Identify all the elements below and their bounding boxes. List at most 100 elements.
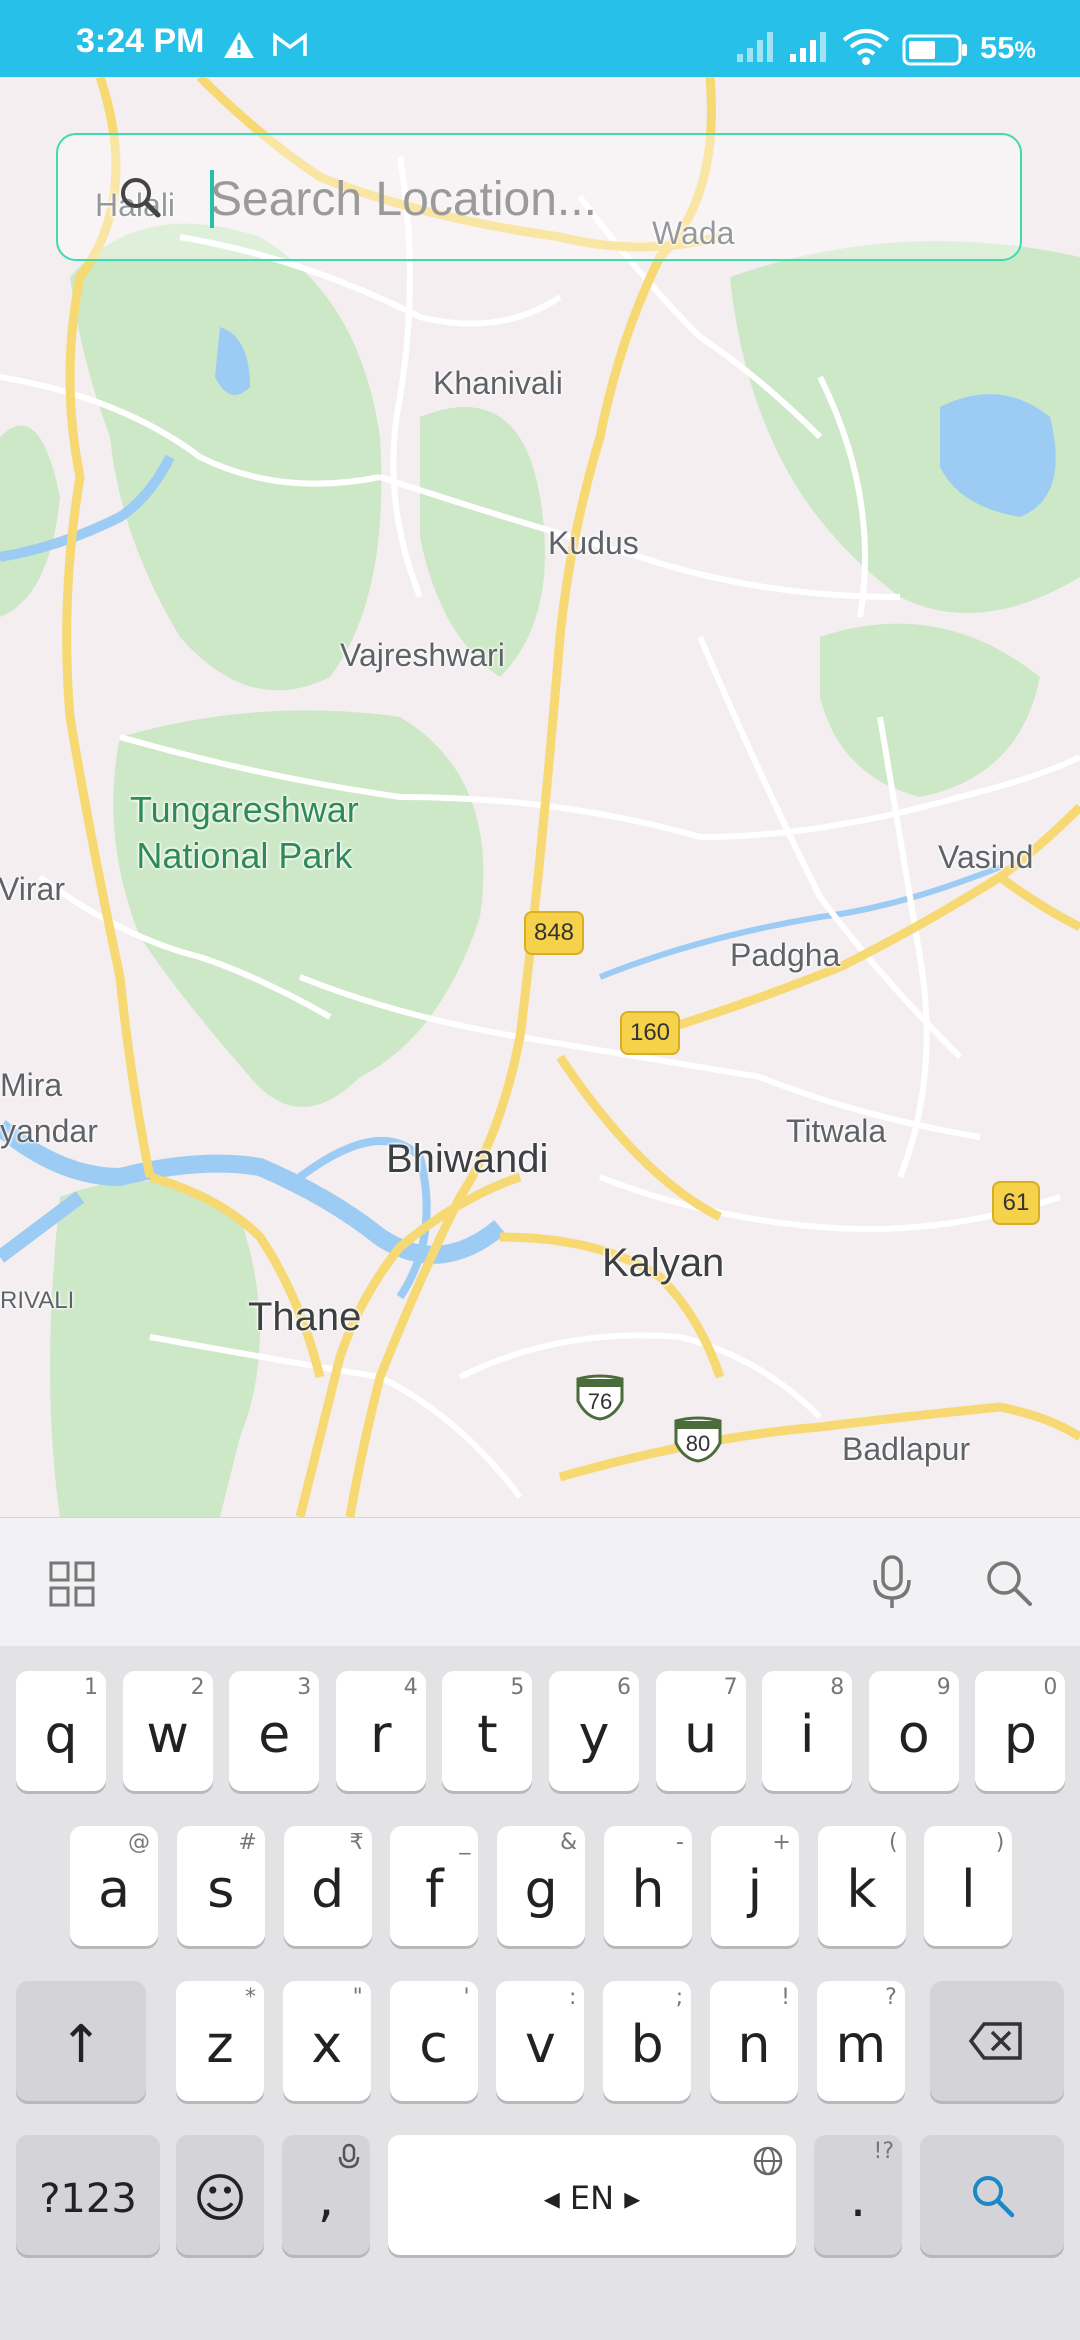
key-w-hint: 2 bbox=[190, 1675, 205, 1700]
key-g-hint: & bbox=[560, 1830, 578, 1855]
key-y[interactable]: 6y bbox=[549, 1671, 639, 1791]
shift-key[interactable]: ↑ bbox=[16, 1981, 146, 2101]
key-m-hint: ? bbox=[885, 1985, 897, 2010]
key-m[interactable]: ? m bbox=[816, 1981, 905, 2101]
search-icon[interactable] bbox=[118, 175, 162, 219]
space-key[interactable]: ◂ EN ▸ bbox=[388, 2135, 796, 2255]
signal-icon bbox=[737, 32, 773, 62]
key-u[interactable]: 7u bbox=[655, 1671, 746, 1791]
key-p[interactable]: 0p bbox=[975, 1671, 1066, 1791]
search-bar[interactable] bbox=[56, 133, 1022, 261]
key-e-hint: 3 bbox=[297, 1675, 312, 1700]
status-bar: 3:24 PM 55% bbox=[0, 0, 1080, 77]
key-q-hint: 1 bbox=[84, 1675, 98, 1700]
key-q[interactable]: 1q bbox=[16, 1671, 106, 1791]
key-k-hint: ( bbox=[889, 1830, 898, 1855]
key-i[interactable]: 8i bbox=[762, 1671, 853, 1791]
text-cursor bbox=[210, 170, 214, 228]
status-time: 3:24 PM bbox=[76, 22, 205, 60]
map-view[interactable]: Halali Wada Khanivali Kudus Vajreshwari … bbox=[0, 77, 1080, 1517]
road-shield-160: 160 bbox=[620, 1011, 680, 1055]
key-d-label: d bbox=[311, 1860, 345, 1920]
search-icon[interactable] bbox=[984, 1558, 1034, 1608]
key-s-label: s bbox=[207, 1860, 235, 1920]
key-a[interactable]: @ a bbox=[70, 1826, 158, 1946]
key-f-label: f bbox=[425, 1860, 444, 1920]
gmail-icon bbox=[273, 32, 307, 56]
key-h-label: h bbox=[631, 1860, 665, 1920]
key-d[interactable]: ₹ d bbox=[283, 1826, 372, 1946]
search-location-input[interactable] bbox=[208, 155, 992, 243]
key-c-label: c bbox=[419, 2015, 448, 2075]
emoji-key[interactable]: ☺ bbox=[176, 2135, 264, 2255]
key-t-hint: 5 bbox=[510, 1675, 525, 1700]
key-o[interactable]: 9o bbox=[868, 1671, 959, 1791]
key-l-label: l bbox=[961, 1860, 976, 1920]
map-label-virar: Virar bbox=[0, 871, 65, 907]
key-a-hint: @ bbox=[128, 1830, 150, 1855]
key-l[interactable]: ) l bbox=[924, 1826, 1013, 1946]
key-x-label: x bbox=[311, 2015, 343, 2075]
key-v-label: v bbox=[525, 2015, 556, 2075]
key-i-hint: 8 bbox=[830, 1675, 845, 1700]
key-t[interactable]: 5t bbox=[442, 1671, 533, 1791]
key-y-label: y bbox=[578, 1705, 610, 1765]
key-z-label: z bbox=[206, 2015, 234, 2075]
key-d-hint: ₹ bbox=[349, 1830, 364, 1855]
key-e[interactable]: 3e bbox=[229, 1671, 320, 1791]
map-label-kudus: Kudus bbox=[548, 525, 639, 561]
key-r[interactable]: 4r bbox=[335, 1671, 426, 1791]
key-f[interactable]: _ f bbox=[390, 1826, 479, 1946]
comma-key[interactable]: , bbox=[282, 2135, 370, 2255]
map-label-bhayandar: yandar bbox=[0, 1113, 98, 1149]
microphone-icon[interactable] bbox=[868, 1554, 916, 1610]
key-k[interactable]: (k bbox=[817, 1826, 906, 1946]
apps-grid-icon[interactable] bbox=[48, 1560, 96, 1608]
key-n[interactable]: ! n bbox=[710, 1981, 798, 2101]
key-z[interactable]: * z bbox=[176, 1981, 264, 2101]
map-label-khanivali: Khanivali bbox=[433, 365, 563, 401]
key-x[interactable]: " x bbox=[282, 1981, 371, 2101]
key-e-label: e bbox=[258, 1705, 291, 1765]
key-l-hint: ) bbox=[995, 1830, 1005, 1855]
park-label-line2: National Park bbox=[136, 835, 353, 876]
key-a-label: a bbox=[98, 1860, 130, 1920]
map-label-bhiwandi: Bhiwandi bbox=[386, 1137, 549, 1181]
key-v[interactable]: :v bbox=[496, 1981, 585, 2101]
key-w[interactable]: 2w bbox=[122, 1671, 213, 1791]
key-r-label: r bbox=[370, 1705, 392, 1765]
key-s[interactable]: # s bbox=[176, 1826, 265, 1946]
map-label-tungareshwar-park: Tungareshwar National Park bbox=[130, 787, 359, 879]
key-n-label: n bbox=[737, 2015, 771, 2075]
key-h[interactable]: -h bbox=[604, 1826, 692, 1946]
search-action-key[interactable] bbox=[920, 2135, 1064, 2255]
backspace-icon bbox=[968, 2022, 1022, 2060]
key-c[interactable]: ' c bbox=[389, 1981, 478, 2101]
soft-keyboard: 1q2w3e4r5t6y7u8i9o0p @ a # s ₹ d _ f & g - h + j(k) l … bbox=[0, 1517, 1080, 2340]
map-label-kalyan: Kalyan bbox=[602, 1241, 725, 1285]
key-t-label: t bbox=[477, 1705, 498, 1765]
backspace-key[interactable] bbox=[930, 1981, 1064, 2101]
period-key[interactable]: !?. bbox=[814, 2135, 902, 2255]
key-j[interactable]: + j bbox=[710, 1826, 799, 1946]
key-z-hint: * bbox=[245, 1985, 256, 2010]
key-g[interactable]: & g bbox=[497, 1826, 586, 1946]
alert-icon bbox=[224, 32, 254, 58]
key-j-label: j bbox=[747, 1860, 763, 1920]
map-label-padgha: Padgha bbox=[730, 937, 841, 973]
key-b-hint: ; bbox=[675, 1985, 684, 2010]
symbols-key[interactable]: ?123 bbox=[16, 2135, 160, 2255]
key-i-label: i bbox=[799, 1705, 815, 1765]
nh-shield-80: 80 bbox=[672, 1415, 724, 1463]
key-n-hint: ! bbox=[781, 1985, 790, 2010]
key-s-hint: # bbox=[238, 1830, 257, 1855]
key-k-label: k bbox=[846, 1860, 877, 1920]
key-c-hint: ' bbox=[463, 1985, 470, 2010]
key-u-label: u bbox=[684, 1705, 718, 1765]
key-j-hint: + bbox=[772, 1830, 791, 1855]
key-b[interactable]: ; b bbox=[603, 1981, 692, 2101]
map-label-vajreshwari: Vajreshwari bbox=[340, 637, 505, 673]
keyboard-toolbar bbox=[0, 1517, 1080, 1646]
nh-shield-76: 76 bbox=[574, 1373, 626, 1421]
key-v-hint: : bbox=[568, 1985, 577, 2010]
